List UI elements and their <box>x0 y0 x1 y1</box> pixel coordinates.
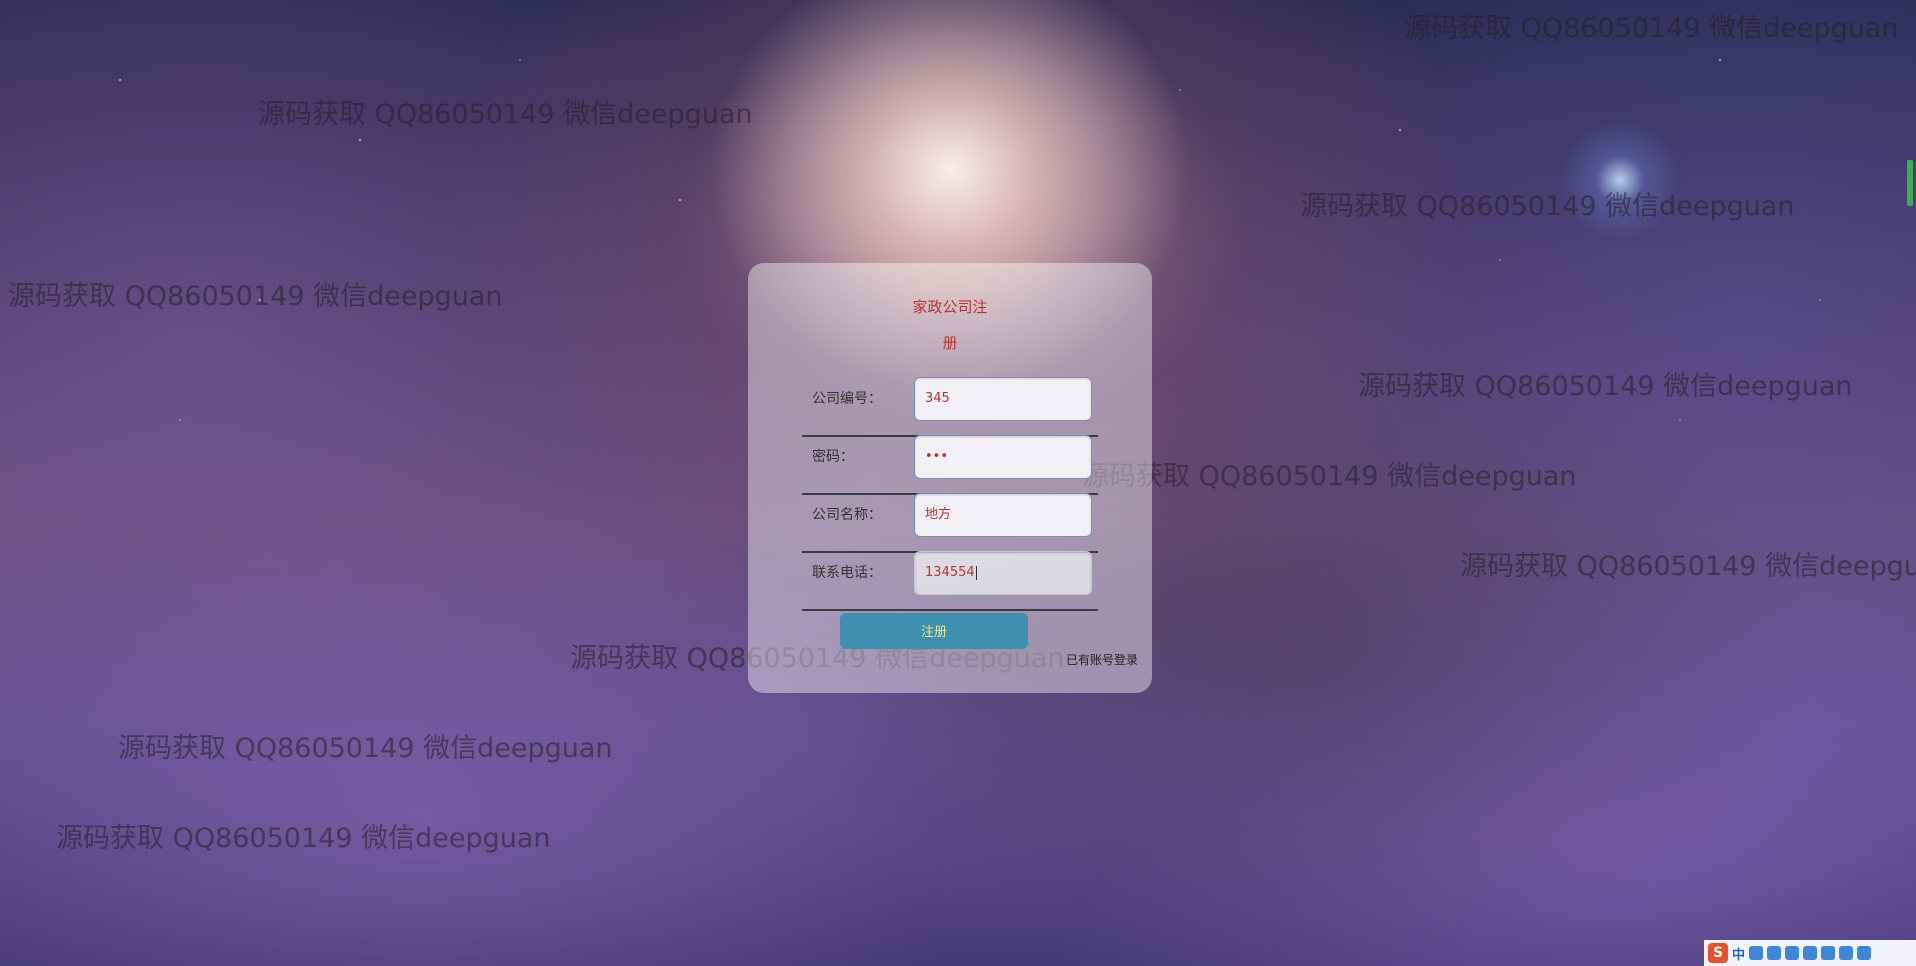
phone-row: 联系电话： 134554 <box>802 551 1098 611</box>
company-id-input[interactable]: 345 <box>914 377 1092 421</box>
company-name-label: 公司名称： <box>812 507 882 523</box>
text-cursor-icon <box>975 565 977 580</box>
emoji-icon[interactable] <box>1767 946 1782 960</box>
company-id-row: 公司编号： 345 <box>802 377 1098 437</box>
user-icon[interactable] <box>1821 946 1836 960</box>
form-title-line1: 家政公司注 <box>912 298 988 316</box>
form-title: 家政公司注 册 <box>748 289 1152 361</box>
moon-icon[interactable] <box>1749 946 1764 960</box>
scroll-thumb[interactable] <box>1907 160 1913 206</box>
scrollbar[interactable] <box>1904 60 1916 900</box>
phone-input[interactable]: 134554 <box>914 551 1092 595</box>
company-id-label: 公司编号： <box>812 391 882 407</box>
company-name-input[interactable]: 地方 <box>914 493 1092 537</box>
password-input[interactable]: ••• <box>914 435 1092 479</box>
password-label: 密码： <box>812 449 854 465</box>
login-link[interactable]: 已有账号登录 <box>1066 651 1138 668</box>
shirt-icon[interactable] <box>1839 946 1854 960</box>
ime-toolbar: S 中 <box>1704 940 1916 966</box>
form-title-line2: 册 <box>942 334 958 352</box>
company-name-row: 公司名称： 地方 <box>802 493 1098 553</box>
grid-icon[interactable] <box>1857 946 1872 960</box>
password-row: 密码： ••• <box>802 435 1098 495</box>
sogou-logo-icon[interactable]: S <box>1708 943 1728 963</box>
register-button[interactable]: 注册 <box>840 613 1028 649</box>
phone-value: 134554 <box>925 565 975 580</box>
mic-icon[interactable] <box>1785 946 1800 960</box>
register-panel: 家政公司注 册 公司编号： 345 密码： ••• 公司名称： 地方 联系电话：… <box>748 263 1152 693</box>
phone-label: 联系电话： <box>812 565 882 581</box>
ime-language-toggle[interactable]: 中 <box>1732 944 1745 963</box>
keyboard-icon[interactable] <box>1803 946 1818 960</box>
